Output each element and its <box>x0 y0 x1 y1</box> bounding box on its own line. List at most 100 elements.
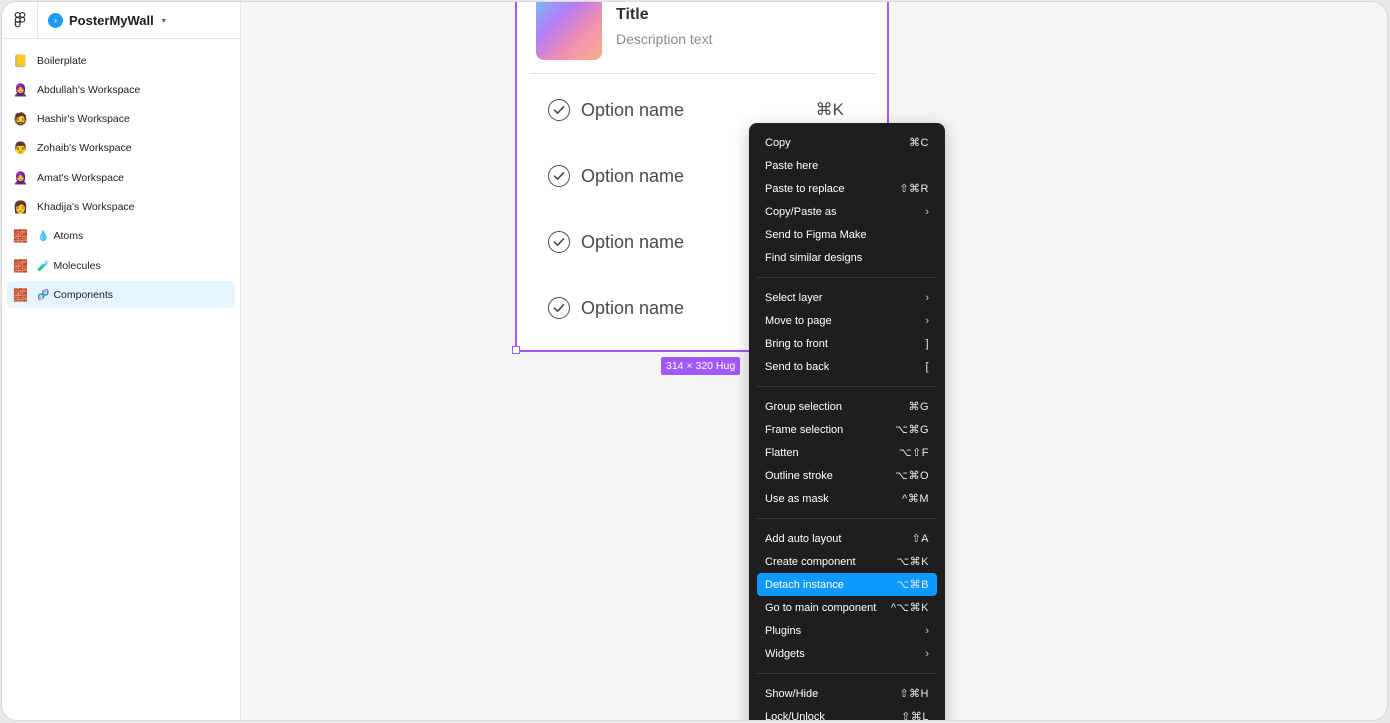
sidebar-item-label: Molecules <box>53 259 101 272</box>
test-tube-icon: 🧪 <box>37 260 50 272</box>
bricks-icon: 🧱 <box>13 258 28 273</box>
figma-menu-button[interactable] <box>2 2 38 38</box>
menu-item-go-to-main-component[interactable]: Go to main component ^⌥⌘K <box>757 596 937 619</box>
sidebar-item-khadija[interactable]: 👩 Khadija's Workspace <box>7 193 235 220</box>
card-title: Title <box>616 6 649 23</box>
menu-item-shortcut: ⌥⌘B <box>896 579 929 591</box>
sidebar-item-label: Atoms <box>53 230 84 243</box>
option-label: Option name <box>581 165 685 186</box>
menu-item-label: Send to back <box>765 360 830 373</box>
sidebar-list: 📒 Boilerplate 🧕 Abdullah's Workspace 🧔 H… <box>2 39 240 309</box>
menu-item-send-to-figma-make[interactable]: Send to Figma Make <box>757 223 937 246</box>
menu-item-send-to-back[interactable]: Send to back [ <box>757 355 937 378</box>
context-menu: Copy ⌘C Paste here Paste to replace ⇧⌘R Co… <box>749 123 945 721</box>
menu-item-paste-to-replace[interactable]: Paste to replace ⇧⌘R <box>757 177 937 200</box>
chevron-down-icon: ▾ <box>161 15 166 25</box>
menu-item-detach-instance[interactable]: Detach instance ⌥⌘B <box>757 573 937 596</box>
menu-item-copy[interactable]: Copy ⌘C <box>757 131 937 154</box>
sidebar-item-components[interactable]: 🧱 🧬 Components <box>7 281 235 309</box>
menu-item-create-component[interactable]: Create component ⌥⌘K <box>757 550 937 573</box>
menu-item-lock-unlock[interactable]: Lock/Unlock ⇧⌘L <box>757 705 937 721</box>
menu-item-shortcut: ^⌥⌘K <box>890 602 929 614</box>
sidebar-item-abdullah[interactable]: 🧕 Abdullah's Workspace <box>7 76 235 103</box>
menu-item-label: Copy/Paste as <box>765 205 837 218</box>
sidebar-item-label: Hashir's Workspace <box>37 113 130 126</box>
menu-item-label: Add auto layout <box>765 532 842 545</box>
menu-separator <box>757 673 937 674</box>
resize-handle[interactable] <box>512 346 520 354</box>
menu-item-label: Copy <box>765 136 791 149</box>
option-label: Option name <box>581 99 685 120</box>
menu-item-shortcut: ^⌘M <box>902 493 929 505</box>
menu-item-shortcut: ⇧⌘L <box>901 711 929 721</box>
menu-item-shortcut: ⌘G <box>908 401 929 413</box>
sidebar-item-zohaib[interactable]: 👨 Zohaib's Workspace <box>7 135 235 162</box>
chevron-right-icon: › <box>925 624 929 637</box>
app-window: › PosterMyWall ▾ 📒 Boilerplate 🧕 Abdulla… <box>1 1 1388 721</box>
avatar-icon: 👨 <box>13 141 28 156</box>
sidebar-item-label: Abdullah's Workspace <box>37 83 141 96</box>
menu-item-plugins[interactable]: Plugins › <box>757 619 937 642</box>
menu-separator <box>757 277 937 278</box>
menu-item-label: Lock/Unlock <box>765 710 825 721</box>
menu-item-outline-stroke[interactable]: Outline stroke ⌥⌘O <box>757 464 937 487</box>
droplet-icon: 💧 <box>37 231 50 243</box>
team-name: PosterMyWall <box>69 12 154 28</box>
notebook-icon: 📒 <box>13 53 28 68</box>
menu-item-shortcut: ⌘C <box>909 137 929 149</box>
option-label: Option name <box>581 231 685 252</box>
menu-item-shortcut: ⇧A <box>911 533 929 545</box>
menu-item-frame-selection[interactable]: Frame selection ⌥⌘G <box>757 418 937 441</box>
menu-item-label: Bring to front <box>765 337 828 350</box>
check-circle-icon <box>548 165 570 187</box>
figma-logo-icon <box>14 12 25 28</box>
menu-item-label: Select layer <box>765 291 823 304</box>
team-switcher[interactable]: › PosterMyWall ▾ <box>38 12 166 28</box>
menu-item-add-auto-layout[interactable]: Add auto layout ⇧A <box>757 527 937 550</box>
menu-item-shortcut: ⇧⌘R <box>899 183 929 195</box>
sidebar-item-amat[interactable]: 🧕 Amat's Workspace <box>7 164 235 191</box>
sidebar-item-hashir[interactable]: 🧔 Hashir's Workspace <box>7 106 235 133</box>
menu-item-show-hide[interactable]: Show/Hide ⇧⌘H <box>757 682 937 705</box>
menu-item-shortcut: ⌥⌘G <box>895 424 929 436</box>
menu-item-label: Group selection <box>765 400 843 413</box>
sidebar-item-label: Amat's Workspace <box>37 171 125 184</box>
menu-item-flatten[interactable]: Flatten ⌥⇧F <box>757 441 937 464</box>
sidebar: › PosterMyWall ▾ 📒 Boilerplate 🧕 Abdulla… <box>2 2 241 720</box>
menu-item-shortcut: ⇧⌘H <box>899 688 929 700</box>
menu-item-shortcut: [ <box>925 360 929 373</box>
card-description: Description text <box>616 31 713 47</box>
menu-item-shortcut: ⌥⌘O <box>895 470 929 482</box>
menu-separator <box>757 518 937 519</box>
bricks-icon: 🧱 <box>13 229 28 244</box>
menu-item-label: Paste to replace <box>765 182 845 195</box>
size-badge: 314 × 320 Hug <box>661 357 741 375</box>
option-shortcut: ⌘K <box>815 100 844 119</box>
menu-item-label: Create component <box>765 555 856 568</box>
sidebar-item-boilerplate[interactable]: 📒 Boilerplate <box>7 47 235 74</box>
sidebar-item-label: Components <box>53 288 113 301</box>
menu-separator <box>757 386 937 387</box>
menu-item-find-similar[interactable]: Find similar designs <box>757 246 937 269</box>
chevron-right-icon: › <box>925 205 929 218</box>
check-circle-icon <box>548 297 570 319</box>
sidebar-item-atoms[interactable]: 🧱 💧 Atoms <box>7 223 235 250</box>
menu-item-widgets[interactable]: Widgets › <box>757 642 937 665</box>
sidebar-item-molecules[interactable]: 🧱 🧪 Molecules <box>7 252 235 279</box>
menu-item-select-layer[interactable]: Select layer › <box>757 286 937 309</box>
card-header: Title Description text <box>530 2 876 74</box>
menu-item-bring-to-front[interactable]: Bring to front] <box>757 332 937 355</box>
avatar-icon: 🧔 <box>13 112 28 127</box>
check-circle-icon <box>548 99 570 121</box>
menu-item-use-as-mask[interactable]: Use as mask ^⌘M <box>757 487 937 510</box>
sidebar-header: › PosterMyWall ▾ <box>2 2 240 39</box>
avatar-icon: 🧕 <box>13 170 28 185</box>
avatar-icon: 🧕 <box>13 82 28 97</box>
menu-item-copy-paste-as[interactable]: Copy/Paste as › <box>757 200 937 223</box>
menu-item-group-selection[interactable]: Group selection ⌘G <box>757 395 937 418</box>
team-logo-icon: › <box>48 12 63 28</box>
menu-item-paste-here[interactable]: Paste here <box>757 154 937 177</box>
menu-item-move-to-page[interactable]: Move to page › <box>757 309 937 332</box>
option-label: Option name <box>581 297 685 318</box>
menu-item-label: Flatten <box>765 446 799 459</box>
